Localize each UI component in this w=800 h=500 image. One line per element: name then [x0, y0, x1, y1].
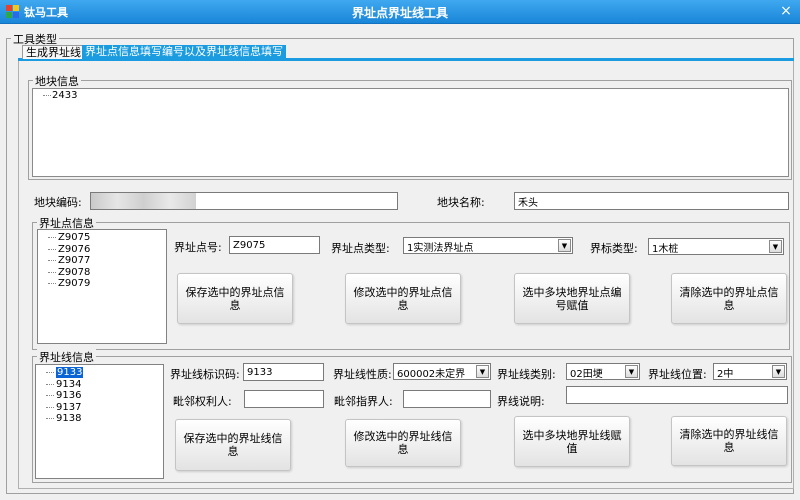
batch-line-button[interactable]: 选中多块地界址线赋值: [514, 416, 630, 467]
line-nature-label: 界址线性质:: [333, 368, 392, 381]
modify-point-button[interactable]: 修改选中的界址点信息: [345, 273, 461, 324]
tab-fill-info[interactable]: 界址点信息填写编号以及界址线信息填写: [82, 45, 286, 59]
chevron-down-icon[interactable]: ▼: [625, 365, 638, 378]
plot-name-label: 地块名称:: [437, 196, 485, 209]
chevron-down-icon[interactable]: ▼: [476, 365, 489, 378]
line-category-label: 界址线类别:: [497, 368, 556, 381]
plot-info-legend: 地块信息: [33, 73, 81, 89]
chevron-down-icon[interactable]: ▼: [769, 240, 782, 253]
marker-type-value: 1木桩: [652, 244, 679, 255]
list-item[interactable]: 9138: [44, 413, 83, 425]
line-category-value: 02田埂: [570, 369, 603, 380]
list-item[interactable]: Z9075: [46, 232, 90, 244]
list-item[interactable]: 9134: [44, 379, 83, 391]
plot-tree[interactable]: 2433: [32, 88, 789, 177]
line-description-label: 界线说明:: [497, 395, 545, 408]
list-item[interactable]: 9137: [44, 402, 83, 414]
save-point-button[interactable]: 保存选中的界址点信息: [177, 273, 293, 324]
list-item[interactable]: Z9076: [46, 244, 90, 256]
batch-point-number-button[interactable]: 选中多块地界址点编号赋值: [514, 273, 630, 324]
tree-line: [43, 95, 51, 96]
point-number-field[interactable]: [229, 236, 320, 254]
line-nature-value: 600002未定界: [397, 369, 466, 380]
line-nature-select[interactable]: 600002未定界 ▼: [393, 363, 491, 380]
plot-code-redacted: [91, 193, 196, 209]
list-item[interactable]: Z9077: [46, 255, 90, 267]
save-line-button[interactable]: 保存选中的界址线信息: [175, 419, 291, 471]
list-item[interactable]: Z9078: [46, 267, 90, 279]
line-position-label: 界址线位置:: [648, 368, 707, 381]
boundary-line-list[interactable]: 9133 9134 9136 9137 9138: [35, 364, 164, 479]
clear-point-button[interactable]: 清除选中的界址点信息: [671, 273, 787, 324]
point-type-label: 界址点类型:: [331, 242, 390, 255]
boundary-point-list[interactable]: Z9075 Z9076 Z9077 Z9078 Z9079: [37, 229, 167, 344]
list-item[interactable]: 9133: [44, 367, 84, 379]
plot-code-label: 地块编码:: [34, 196, 82, 209]
neighbor-pointer-field[interactable]: [403, 390, 491, 408]
window-title: 界址点界址线工具: [351, 6, 448, 20]
list-item[interactable]: Z9079: [46, 278, 90, 290]
tree-item[interactable]: 2433: [52, 90, 77, 101]
list-item[interactable]: 9136: [44, 390, 83, 402]
marker-type-label: 界标类型:: [590, 242, 638, 255]
line-id-field[interactable]: [243, 363, 324, 381]
modify-line-button[interactable]: 修改选中的界址线信息: [345, 419, 461, 467]
clear-line-button[interactable]: 清除选中的界址线信息: [671, 416, 787, 466]
point-number-label: 界址点号:: [174, 241, 222, 254]
line-category-select[interactable]: 02田埂 ▼: [566, 363, 640, 380]
line-position-select[interactable]: 2中 ▼: [713, 363, 787, 380]
point-type-value: 1实测法界址点: [407, 243, 474, 254]
chevron-down-icon[interactable]: ▼: [772, 365, 785, 378]
marker-type-select[interactable]: 1木桩 ▼: [648, 238, 784, 255]
point-type-select[interactable]: 1实测法界址点 ▼: [403, 237, 573, 254]
boundary-line-legend: 界址线信息: [37, 349, 96, 365]
neighbor-right-holder-field[interactable]: [244, 390, 324, 408]
chevron-down-icon[interactable]: ▼: [558, 239, 571, 252]
neighbor-right-holder-label: 毗邻权利人:: [173, 395, 232, 408]
line-id-label: 界址线标识码:: [170, 368, 240, 381]
close-icon[interactable]: ×: [776, 2, 796, 21]
neighbor-pointer-label: 毗邻指界人:: [334, 395, 393, 408]
plot-name-field[interactable]: [514, 192, 789, 210]
line-description-field[interactable]: [566, 386, 788, 404]
line-position-value: 2中: [717, 369, 734, 380]
tab-generate-line[interactable]: 生成界址线: [22, 45, 85, 59]
